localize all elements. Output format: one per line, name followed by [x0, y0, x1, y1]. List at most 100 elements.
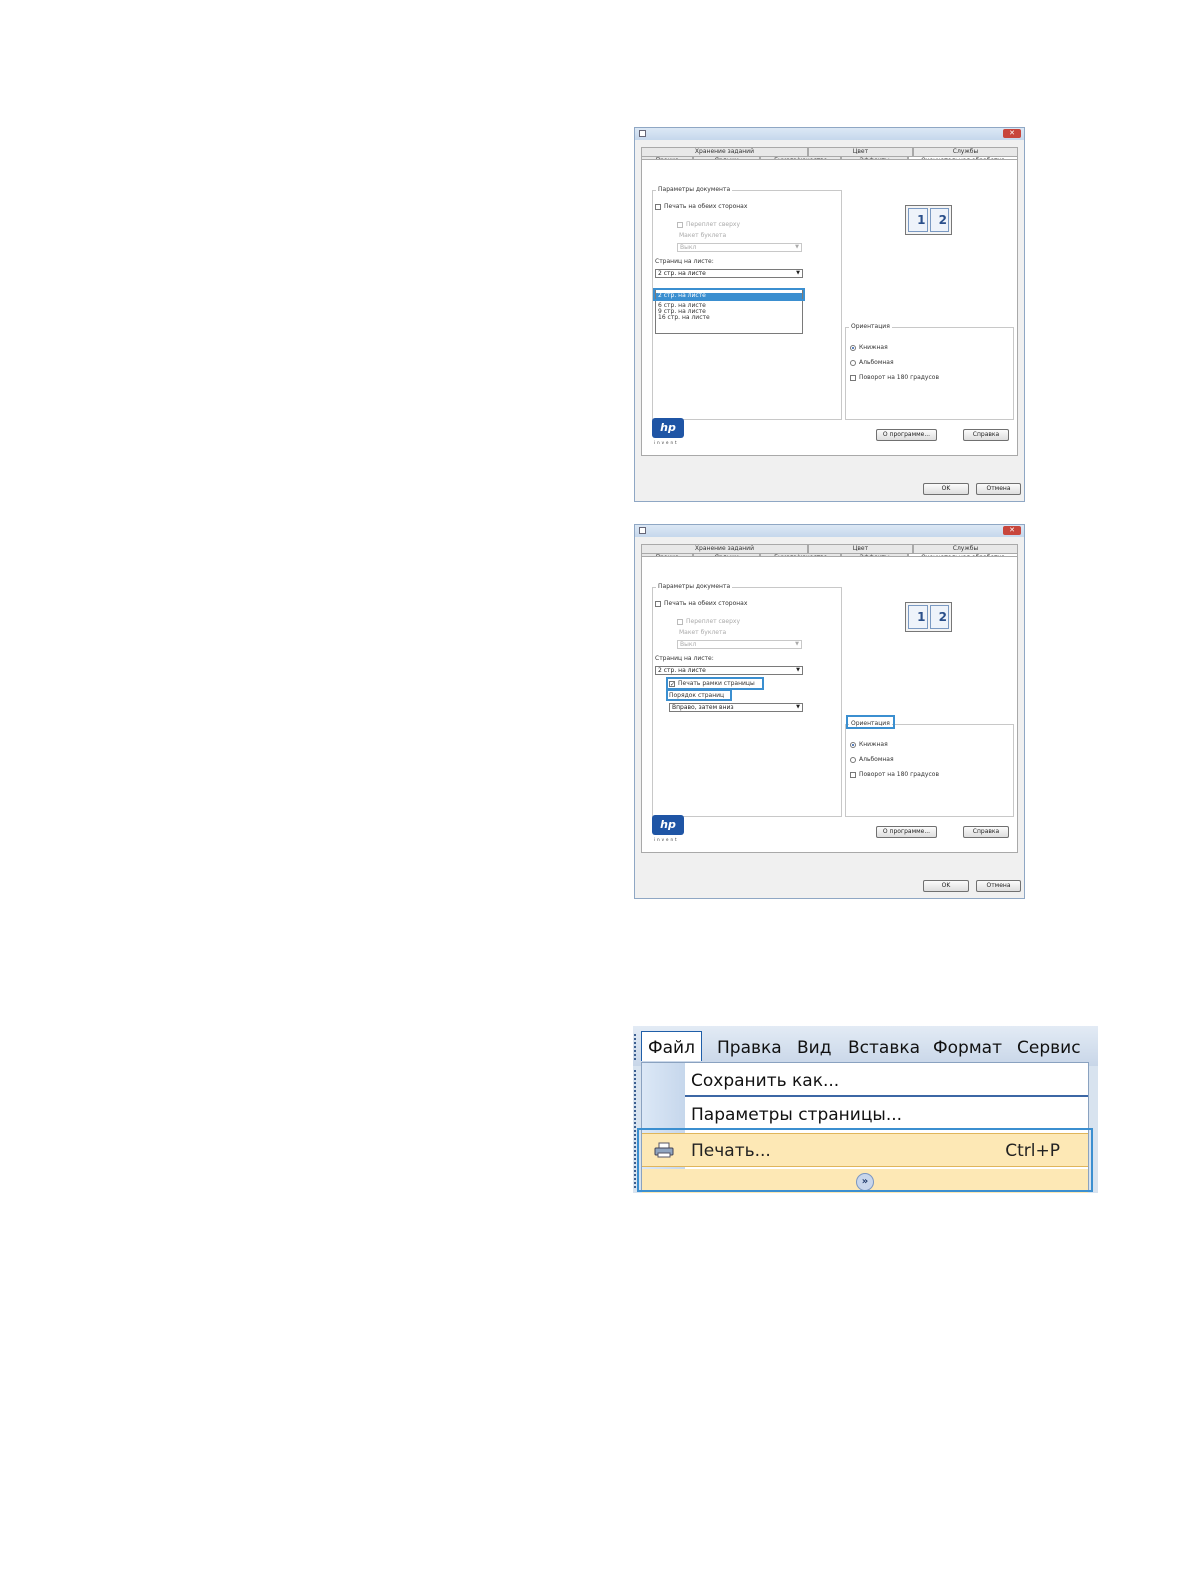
- menu-file[interactable]: Файл: [641, 1031, 702, 1061]
- rotate-checkbox[interactable]: [850, 374, 856, 381]
- menu-separator: [685, 1095, 1088, 1097]
- about-button[interactable]: О программе...: [876, 826, 937, 838]
- help-button[interactable]: Справка: [963, 826, 1009, 838]
- booklet-label: Макет буклета: [679, 629, 727, 636]
- print-properties-dialog-2: ✕ Хранение заданий Цвет Службы Прочие Яр…: [634, 524, 1025, 899]
- preview-page-1: 1: [908, 208, 928, 232]
- chevron-down-icon: ▼: [796, 704, 800, 710]
- printer-icon: [639, 130, 646, 137]
- preview-page-2: 2: [929, 605, 949, 629]
- menu-format[interactable]: Формат: [933, 1038, 1002, 1058]
- hp-logo-tagline: invent: [654, 440, 679, 445]
- booklet-label: Макет буклета: [679, 232, 727, 239]
- help-button[interactable]: Справка: [963, 429, 1009, 441]
- menu-bar: Файл Правка Вид Вставка Формат Сервис: [633, 1026, 1098, 1066]
- pages-per-sheet-value: 2 стр. на листе: [658, 270, 706, 277]
- duplex-checkbox[interactable]: [655, 203, 661, 210]
- flip-label: Переплет сверху: [686, 618, 740, 625]
- chevron-down-icon: ▼: [796, 270, 800, 276]
- portrait-option[interactable]: Книжная: [850, 741, 888, 748]
- pages-per-sheet-select[interactable]: 2 стр. на листе ▼: [655, 269, 803, 278]
- print-properties-dialog-1: ✕ Хранение заданий Цвет Службы Прочие Яр…: [634, 127, 1025, 502]
- highlight-box: [666, 689, 732, 701]
- toolbar-grip: [634, 1034, 636, 1060]
- landscape-option[interactable]: Альбомная: [850, 359, 894, 366]
- duplex-checkbox[interactable]: [655, 600, 661, 607]
- menu-insert[interactable]: Вставка: [848, 1038, 920, 1058]
- portrait-label: Книжная: [859, 741, 888, 748]
- pages-per-sheet-select[interactable]: 2 стр. на листе ▼: [655, 666, 803, 675]
- printer-icon: [639, 527, 646, 534]
- group-label: Параметры документа: [656, 186, 733, 193]
- orientation-label: Ориентация: [849, 323, 892, 330]
- hp-logo-tagline: invent: [654, 837, 679, 842]
- tab-color[interactable]: Цвет: [807, 147, 913, 156]
- menu-item-page-setup[interactable]: Параметры страницы...: [685, 1098, 1088, 1132]
- close-button[interactable]: ✕: [1003, 526, 1021, 535]
- page-order-value: Вправо, затем вниз: [672, 704, 734, 711]
- close-button[interactable]: ✕: [1003, 129, 1021, 138]
- flip-label: Переплет сверху: [686, 221, 740, 228]
- page-setup-label: Параметры страницы...: [691, 1105, 903, 1125]
- flip-option: Переплет сверху: [677, 221, 740, 228]
- duplex-label: Печать на обеих сторонах: [664, 203, 748, 210]
- booklet-value: Выкл: [680, 244, 697, 251]
- highlight-box: [637, 1128, 1093, 1192]
- group-label: Параметры документа: [656, 583, 733, 590]
- booklet-value: Выкл: [680, 641, 697, 648]
- menu-item-save-as[interactable]: Сохранить как...: [685, 1064, 1088, 1098]
- layout-preview: 1 2: [905, 602, 952, 632]
- rotate-option[interactable]: Поворот на 180 градусов: [850, 771, 939, 778]
- cancel-button[interactable]: Отмена: [976, 880, 1021, 892]
- flip-checkbox: [677, 618, 683, 625]
- landscape-option[interactable]: Альбомная: [850, 756, 894, 763]
- menu-edit[interactable]: Правка: [717, 1038, 782, 1058]
- pages-per-sheet-label: Страниц на листе:: [655, 258, 714, 265]
- portrait-radio[interactable]: [850, 741, 856, 748]
- chevron-down-icon: ▼: [795, 244, 799, 250]
- ok-button[interactable]: OK: [923, 880, 969, 892]
- chevron-down-icon: ▼: [796, 667, 800, 673]
- rotate-label: Поворот на 180 градусов: [859, 374, 939, 381]
- layout-preview: 1 2: [905, 205, 952, 235]
- flip-checkbox: [677, 221, 683, 228]
- file-menu-screenshot: Файл Правка Вид Вставка Формат Сервис Со…: [633, 1026, 1098, 1193]
- landscape-radio[interactable]: [850, 756, 856, 763]
- rotate-option[interactable]: Поворот на 180 градусов: [850, 374, 939, 381]
- cancel-button[interactable]: Отмена: [976, 483, 1021, 495]
- tab-panel: Параметры документа Печать на обеих стор…: [641, 159, 1018, 456]
- title-bar: ✕: [635, 128, 1024, 140]
- dropdown-option-16[interactable]: 16 стр. на листе: [656, 315, 802, 321]
- landscape-label: Альбомная: [859, 756, 894, 763]
- portrait-radio[interactable]: [850, 344, 856, 351]
- landscape-radio[interactable]: [850, 359, 856, 366]
- preview-page-1: 1: [908, 605, 928, 629]
- menu-tools[interactable]: Сервис: [1017, 1038, 1081, 1058]
- tab-color[interactable]: Цвет: [807, 544, 913, 553]
- hp-logo: hp: [652, 815, 684, 835]
- portrait-label: Книжная: [859, 344, 888, 351]
- tab-services[interactable]: Службы: [912, 147, 1019, 156]
- hp-logo: hp: [652, 418, 684, 438]
- landscape-label: Альбомная: [859, 359, 894, 366]
- highlight-box: [846, 715, 895, 729]
- highlight-box: [653, 288, 805, 301]
- rotate-label: Поворот на 180 градусов: [859, 771, 939, 778]
- flip-option: Переплет сверху: [677, 618, 740, 625]
- tab-job-storage[interactable]: Хранение заданий: [641, 544, 808, 553]
- duplex-label: Печать на обеих сторонах: [664, 600, 748, 607]
- page-order-select[interactable]: Вправо, затем вниз ▼: [669, 703, 803, 712]
- tab-job-storage[interactable]: Хранение заданий: [641, 147, 808, 156]
- tab-services[interactable]: Службы: [912, 544, 1019, 553]
- duplex-option[interactable]: Печать на обеих сторонах: [655, 600, 747, 607]
- booklet-select: Выкл ▼: [677, 243, 802, 252]
- chevron-down-icon: ▼: [795, 641, 799, 647]
- portrait-option[interactable]: Книжная: [850, 344, 888, 351]
- rotate-checkbox[interactable]: [850, 771, 856, 778]
- about-button[interactable]: О программе...: [876, 429, 937, 441]
- ok-button[interactable]: OK: [923, 483, 969, 495]
- menu-view[interactable]: Вид: [797, 1038, 831, 1058]
- pages-per-sheet-label: Страниц на листе:: [655, 655, 714, 662]
- duplex-option[interactable]: Печать на обеих сторонах: [655, 203, 747, 210]
- preview-page-2: 2: [929, 208, 949, 232]
